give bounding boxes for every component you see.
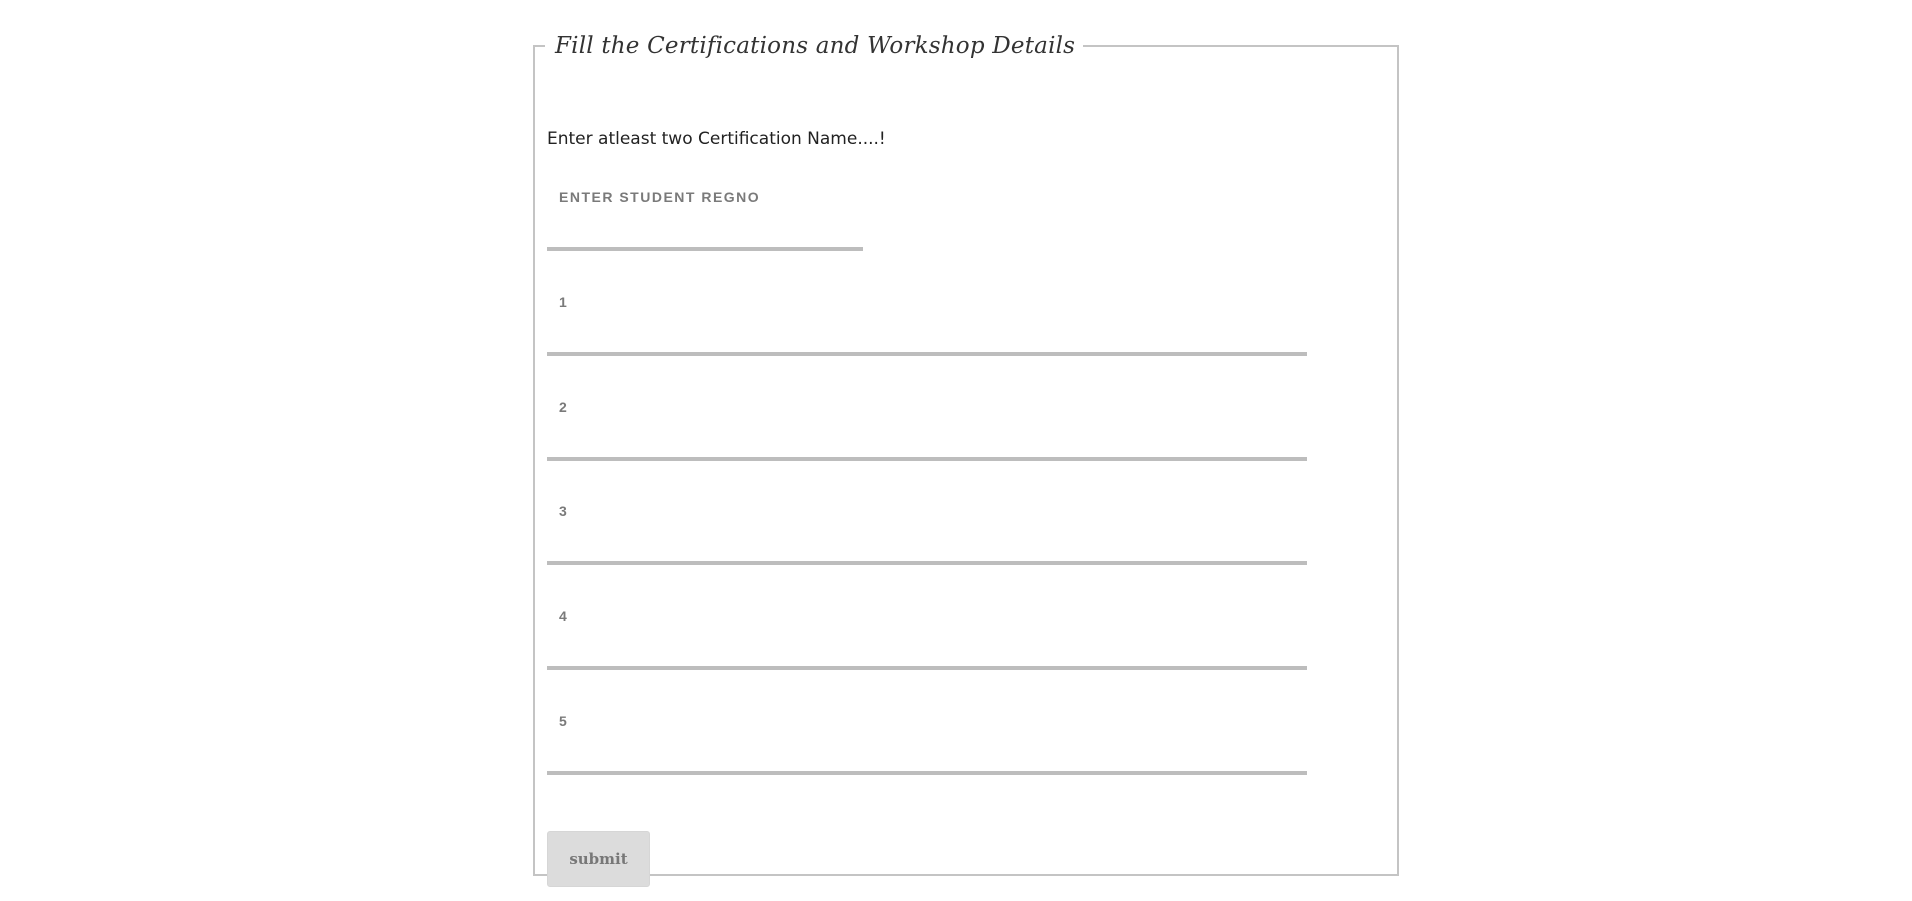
- certification-input-2[interactable]: [547, 431, 1307, 461]
- certification-label-3: 3: [559, 503, 569, 519]
- regno-label: ENTER STUDENT REGNO: [559, 189, 761, 205]
- page: Fill the Certifications and Workshop Det…: [0, 0, 1912, 901]
- regno-input[interactable]: [547, 221, 863, 251]
- certification-field-group-2: 2: [547, 391, 1307, 471]
- certification-field-group-5: 5: [547, 705, 1307, 785]
- certification-input-5[interactable]: [547, 745, 1307, 775]
- certification-label-5: 5: [559, 713, 569, 729]
- certification-input-4[interactable]: [547, 640, 1307, 670]
- certification-input-3[interactable]: [547, 535, 1307, 565]
- certification-field-group-4: 4: [547, 600, 1307, 680]
- certification-label-2: 2: [559, 399, 569, 415]
- certifications-form: Fill the Certifications and Workshop Det…: [533, 33, 1399, 887]
- certification-label-1: 1: [559, 294, 569, 310]
- form-legend: Fill the Certifications and Workshop Det…: [555, 33, 1076, 59]
- certification-label-4: 4: [559, 608, 569, 624]
- certification-input-1[interactable]: [547, 326, 1307, 356]
- instruction-text: Enter atleast two Certification Name....…: [547, 129, 886, 149]
- certification-field-group-1: 1: [547, 286, 1307, 366]
- certification-field-group-3: 3: [547, 495, 1307, 575]
- regno-field-group: ENTER STUDENT REGNO: [547, 181, 863, 261]
- submit-button[interactable]: submit: [547, 831, 650, 887]
